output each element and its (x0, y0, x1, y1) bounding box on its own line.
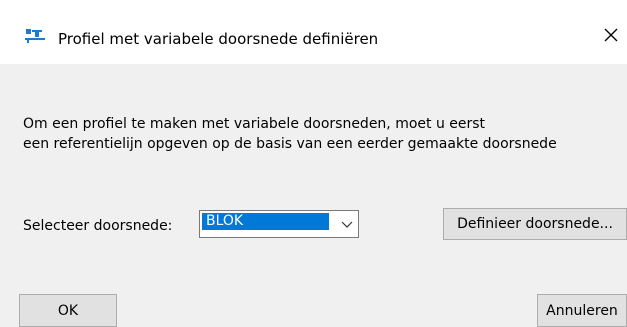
dialog: Profiel met variabele doorsnede definiër… (0, 0, 627, 327)
instruction-line-1: Om een profiel te maken met variabele do… (23, 116, 486, 132)
cancel-button[interactable]: Annuleren (537, 294, 627, 327)
profile-app-icon (24, 28, 46, 44)
dialog-title: Profiel met variabele doorsnede definiër… (58, 30, 379, 48)
define-section-button[interactable]: Definieer doorsnede... (443, 208, 627, 240)
select-section-label: Selecteer doorsnede: (23, 218, 173, 234)
close-button[interactable] (596, 22, 626, 52)
chevron-down-icon (340, 217, 354, 231)
section-select-value: BLOK (202, 213, 329, 230)
ok-button[interactable]: OK (19, 294, 117, 327)
instruction-line-2: een referentielijn opgeven op de basis v… (23, 136, 557, 152)
instruction-message: Om een profiel te maken met variabele do… (23, 114, 557, 154)
close-icon (603, 27, 619, 47)
section-select[interactable]: BLOK (199, 210, 359, 238)
title-bar: Profiel met variabele doorsnede definiër… (0, 0, 627, 64)
